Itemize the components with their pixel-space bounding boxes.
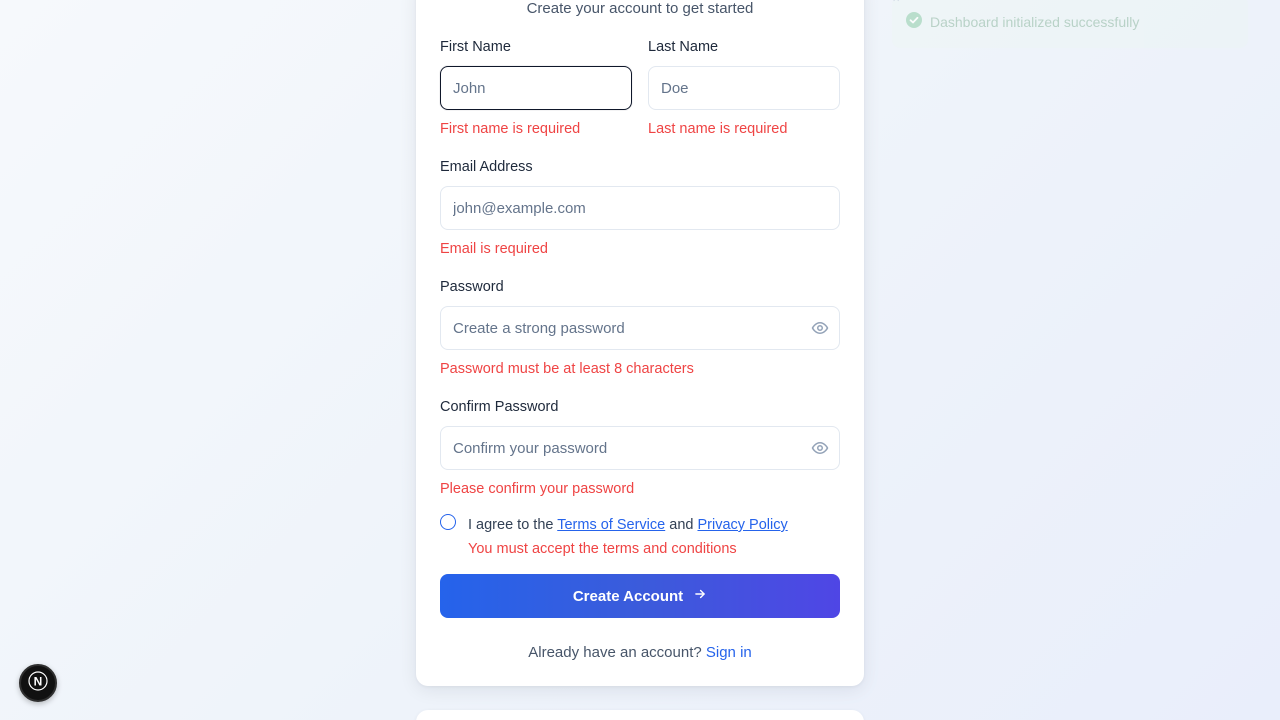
last-name-error: Last name is required [648, 121, 788, 137]
email-input[interactable] [440, 186, 840, 230]
first-name-input[interactable] [440, 66, 632, 110]
show-password-eye-icon[interactable] [811, 319, 829, 337]
password-error: Password must be at least 8 characters [440, 361, 694, 377]
create-account-button[interactable]: Create Account [440, 574, 840, 618]
signin-link[interactable]: Sign in [706, 644, 752, 661]
confirm-password-input[interactable] [440, 426, 840, 470]
secondary-card [416, 710, 864, 720]
nextjs-logo-icon: N [28, 670, 48, 696]
signup-card: Create your account to get started First… [416, 0, 864, 686]
show-confirm-password-eye-icon[interactable] [811, 439, 829, 457]
terms-agreement: I agree to the Terms of Service and Priv… [468, 517, 788, 533]
email-label: Email Address [440, 159, 533, 175]
nextjs-dev-badge[interactable]: N [19, 664, 57, 702]
email-error: Email is required [440, 241, 548, 257]
terms-prefix: I agree to the [468, 517, 554, 533]
password-label: Password [440, 279, 504, 295]
privacy-policy-link[interactable]: Privacy Policy [697, 517, 787, 533]
form-subtitle: Create your account to get started [526, 0, 754, 17]
password-input[interactable] [440, 306, 840, 350]
nextjs-logo-letter: N [34, 674, 43, 688]
signin-row: Already have an account? Sign in [416, 644, 864, 661]
signin-prompt: Already have an account? [528, 644, 702, 661]
terms-error: You must accept the terms and conditions [468, 541, 737, 557]
create-account-label: Create Account [572, 587, 684, 605]
toast-message: Dashboard initialized successfully [930, 14, 1140, 30]
last-name-input[interactable] [648, 66, 840, 110]
terms-checkbox[interactable] [440, 514, 456, 530]
toast-close-icon[interactable]: ✕ [892, 0, 900, 5]
confirm-password-error: Please confirm your password [440, 481, 635, 497]
toast-notification: ✕ Dashboard initialized successfully [892, 0, 1248, 48]
arrow-right-icon [693, 587, 707, 605]
terms-and: and [669, 517, 694, 533]
first-name-error: First name is required [440, 121, 581, 137]
confirm-password-label: Confirm Password [440, 399, 559, 415]
last-name-label: Last Name [648, 39, 719, 55]
terms-of-service-link[interactable]: Terms of Service [557, 517, 665, 533]
success-check-icon [906, 11, 922, 33]
first-name-label: First Name [440, 39, 511, 55]
